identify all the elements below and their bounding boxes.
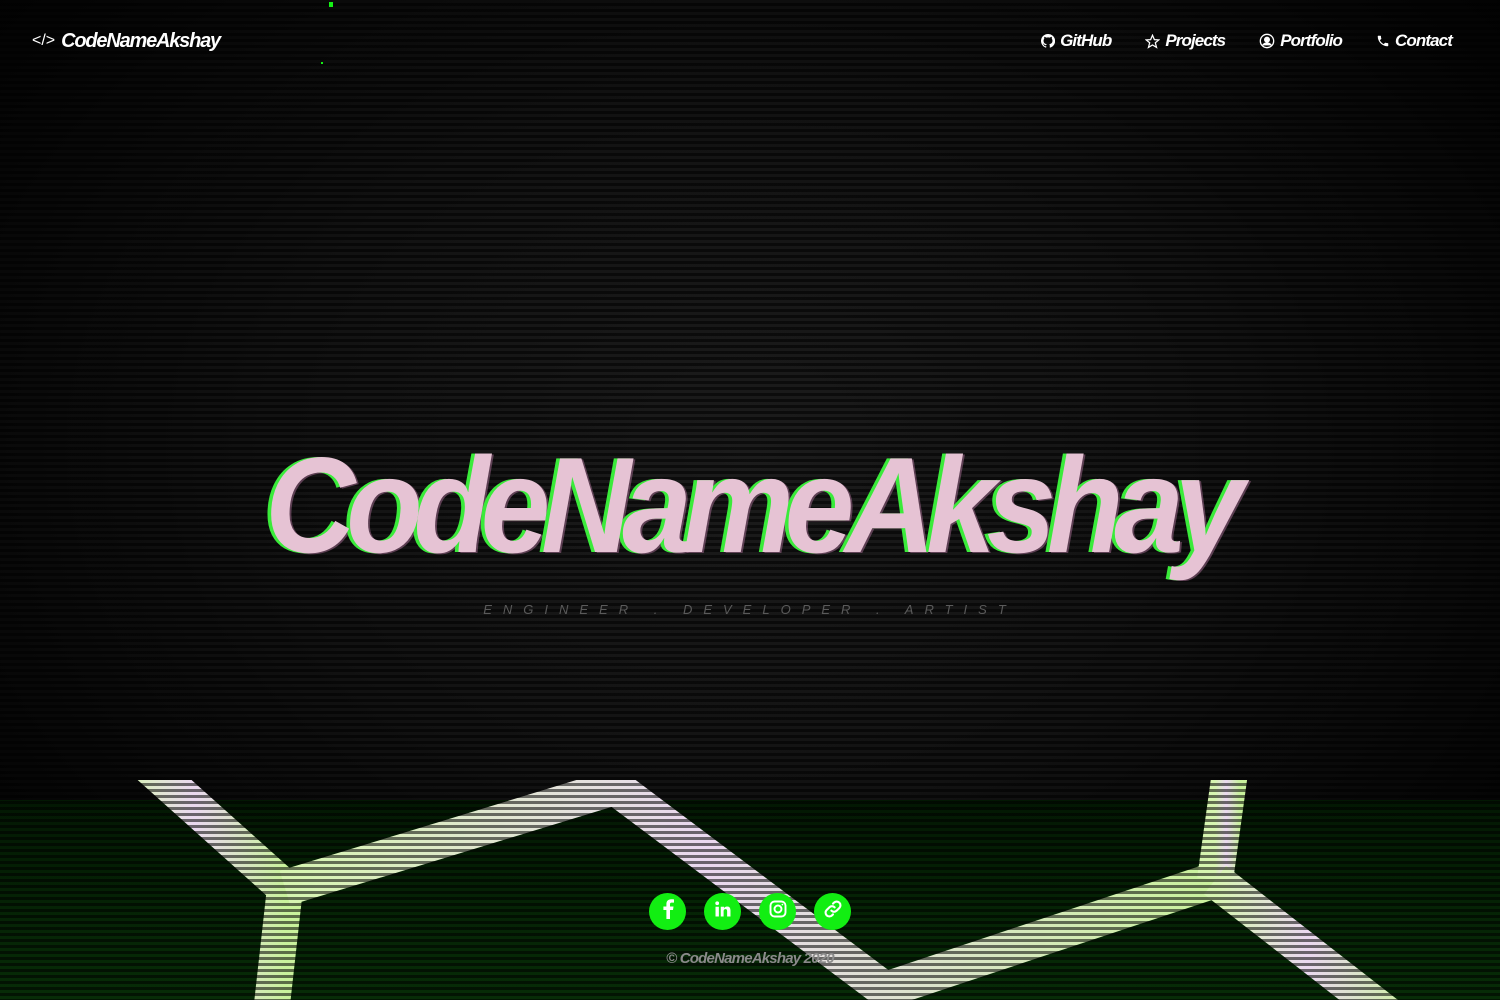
user-circle-icon (1259, 33, 1275, 49)
link-icon (823, 899, 843, 924)
nav-link-label: Portfolio (1280, 31, 1343, 50)
github-icon (1041, 34, 1056, 48)
nav-link-github[interactable]: GitHub (1041, 31, 1112, 51)
footer-copyright: © CodeNameAkshay 2020 (666, 950, 834, 967)
hero-title: CodeNameAkshay (265, 429, 1244, 581)
code-icon: </> (32, 32, 56, 49)
instagram-icon (768, 899, 788, 924)
linkedin-icon (714, 900, 732, 923)
facebook-button[interactable] (649, 893, 686, 930)
nav-link-contact[interactable]: Contact (1376, 31, 1453, 51)
star-icon (1145, 33, 1161, 49)
green-pixel (321, 62, 323, 64)
facebook-icon (662, 899, 674, 924)
nav-link-label: Contact (1395, 31, 1453, 50)
nav-link-label: Projects (1165, 31, 1226, 50)
linkedin-button[interactable] (704, 893, 741, 930)
social-links (0, 893, 1500, 930)
brand-link[interactable]: </> CodeNameAkshay (32, 29, 221, 53)
link-button[interactable] (814, 893, 851, 930)
green-pixel (329, 2, 333, 7)
brand-name: CodeNameAkshay (61, 29, 221, 52)
nav-link-label: GitHub (1060, 31, 1112, 50)
phone-icon (1376, 34, 1390, 48)
nav-link-projects[interactable]: Projects (1145, 31, 1226, 51)
hero-tagline: ENGINEER . DEVELOPER . ARTIST (483, 602, 1017, 617)
nav-links: GitHub Projects Portfolio Contact (1041, 31, 1453, 51)
nav-link-portfolio[interactable]: Portfolio (1259, 31, 1343, 51)
top-navbar: </> CodeNameAkshay GitHub Projects Portf… (32, 28, 1453, 54)
instagram-button[interactable] (759, 893, 796, 930)
